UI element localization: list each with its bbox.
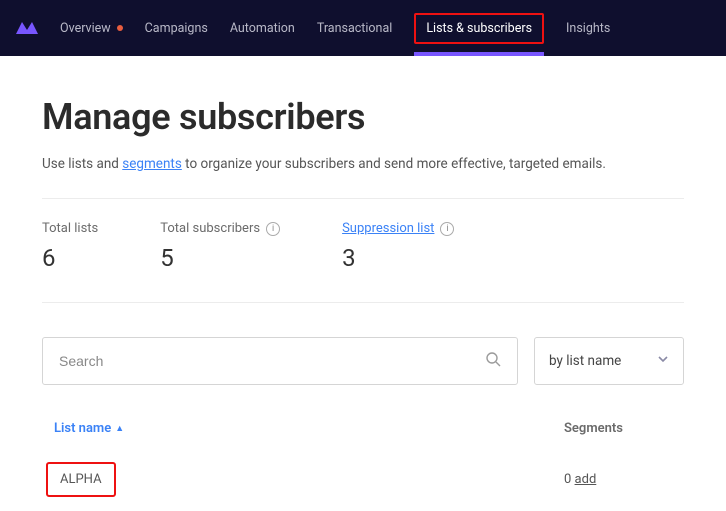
nav-label: Overview — [60, 21, 111, 36]
table-header: List name ▲ Segments — [42, 407, 684, 448]
page-title: Manage subscribers — [42, 96, 684, 138]
cell-segments: 0 add — [564, 472, 684, 487]
stats-row: Total lists 6 Total subscribers i 5 Supp… — [42, 199, 684, 302]
nav-lists-subscribers[interactable]: Lists & subscribers — [414, 0, 544, 56]
status-dot-icon — [117, 25, 123, 31]
table-row[interactable]: ALPHA 0 add — [42, 448, 684, 511]
stat-value: 6 — [42, 244, 98, 272]
stat-label: Total subscribers i — [160, 221, 280, 236]
search-input[interactable] — [59, 353, 485, 369]
nav-automation[interactable]: Automation — [230, 0, 295, 56]
nav-label: Lists & subscribers — [414, 13, 544, 44]
sort-dropdown[interactable]: by list name — [534, 337, 684, 385]
stat-label: Suppression list i — [342, 221, 454, 236]
cell-list-name: ALPHA — [42, 462, 564, 497]
column-segments[interactable]: Segments — [564, 421, 684, 436]
info-icon[interactable]: i — [440, 222, 454, 236]
info-icon[interactable]: i — [266, 222, 280, 236]
page-subtitle: Use lists and segments to organize your … — [42, 156, 684, 172]
stat-suppression-list: Suppression list i 3 — [342, 221, 454, 272]
stat-label: Total lists — [42, 221, 98, 236]
sort-asc-icon: ▲ — [115, 423, 124, 434]
controls-row: by list name — [42, 303, 684, 407]
list-name-text[interactable]: ALPHA — [46, 462, 116, 497]
nav-overview[interactable]: Overview — [60, 0, 123, 56]
stat-total-lists: Total lists 6 — [42, 221, 98, 272]
nav-transactional[interactable]: Transactional — [317, 0, 393, 56]
top-nav: Overview Campaigns Automation Transactio… — [0, 0, 726, 56]
search-icon — [485, 351, 501, 371]
column-list-name[interactable]: List name ▲ — [54, 421, 564, 436]
stat-total-subscribers: Total subscribers i 5 — [160, 221, 280, 272]
search-box[interactable] — [42, 337, 518, 385]
stat-value: 5 — [160, 244, 280, 272]
main-content: Manage subscribers Use lists and segment… — [0, 56, 726, 511]
stat-value: 3 — [342, 244, 454, 272]
chevron-down-icon — [657, 353, 669, 369]
nav-insights[interactable]: Insights — [566, 0, 610, 56]
sort-label: by list name — [549, 353, 621, 369]
add-segment-link[interactable]: add — [575, 472, 597, 487]
logo-icon[interactable] — [16, 20, 38, 36]
segments-link[interactable]: segments — [122, 156, 182, 172]
suppression-link[interactable]: Suppression list — [342, 221, 434, 236]
nav-campaigns[interactable]: Campaigns — [145, 0, 208, 56]
